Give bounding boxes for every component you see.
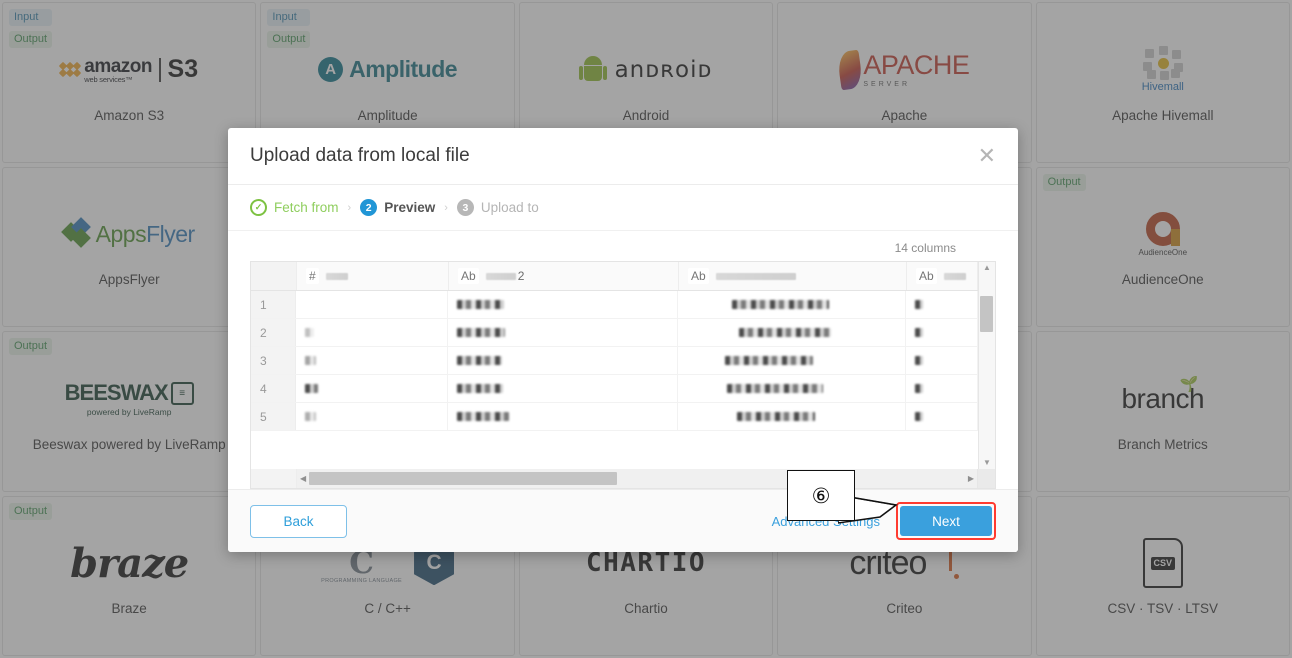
row-number: 1 (251, 291, 296, 318)
scrollbar-corner (977, 469, 995, 488)
callout-step-6: ⑥ (787, 470, 855, 521)
cell-redacted (448, 291, 678, 318)
horizontal-scroll-track[interactable] (309, 472, 965, 485)
cell-redacted (678, 403, 906, 430)
preview-table-inner: # Ab 2 Ab Ab 1 2 3 4 5 (251, 262, 978, 469)
row-number: 2 (251, 319, 296, 346)
table-horizontal-scrollbar[interactable]: ◀ ▶ (250, 469, 996, 489)
column-name-redacted (943, 272, 966, 280)
step-check-icon: ✓ (250, 199, 267, 216)
cell-redacted (906, 347, 978, 374)
cell-redacted (906, 291, 978, 318)
modal-body: 14 columns # Ab 2 Ab Ab 1 2 3 4 5 ▲ ▼ ◀ … (228, 231, 1018, 489)
step-label: Preview (384, 200, 436, 215)
cell-redacted (678, 347, 906, 374)
cell-redacted (906, 403, 978, 430)
column-header[interactable]: # (297, 262, 449, 290)
column-type-badge: # (306, 268, 319, 284)
step-separator-icon: › (347, 201, 352, 214)
callout-leader-line (838, 495, 898, 524)
scroll-left-icon[interactable]: ◀ (297, 474, 309, 483)
step-preview[interactable]: 2 Preview (360, 199, 435, 216)
column-header[interactable]: Ab 2 (449, 262, 679, 290)
column-name-suffix: 2 (517, 269, 525, 283)
step-label: Fetch from (274, 200, 339, 215)
column-name-redacted (715, 272, 796, 280)
table-row[interactable]: 1 (251, 291, 978, 319)
modal-title: Upload data from local file (250, 145, 470, 166)
cell-redacted (448, 403, 678, 430)
cell-redacted (678, 291, 906, 318)
column-type-badge: Ab (688, 268, 709, 284)
cell-redacted (448, 319, 678, 346)
row-number: 5 (251, 403, 296, 430)
column-count-label: 14 columns (894, 241, 956, 255)
column-name-redacted (325, 272, 348, 280)
step-number: 2 (360, 199, 378, 216)
cell-redacted (448, 347, 678, 374)
row-number: 3 (251, 347, 296, 374)
scrollbar-gutter (251, 469, 297, 488)
cell-redacted (448, 375, 678, 402)
column-header[interactable]: Ab (679, 262, 907, 290)
scroll-up-icon[interactable]: ▲ (983, 264, 991, 272)
row-number: 4 (251, 375, 296, 402)
cell-redacted (678, 319, 906, 346)
column-name-redacted (485, 272, 516, 280)
step-number: 3 (456, 199, 474, 216)
cell-redacted (906, 319, 978, 346)
table-header-row: # Ab 2 Ab Ab (251, 262, 978, 291)
stepper: ✓ Fetch from › 2 Preview › 3 Upload to (228, 185, 1018, 231)
modal-header: Upload data from local file ✕ (228, 128, 1018, 185)
row-index-header (251, 262, 297, 290)
scroll-right-icon[interactable]: ▶ (965, 474, 977, 483)
step-fetch-from[interactable]: ✓ Fetch from (250, 199, 339, 216)
column-header[interactable]: Ab (907, 262, 978, 290)
cell-redacted (678, 375, 906, 402)
cell-redacted (296, 291, 448, 318)
back-button[interactable]: Back (250, 504, 347, 538)
cell-redacted (296, 319, 448, 346)
close-icon[interactable]: ✕ (978, 145, 996, 167)
column-type-badge: Ab (458, 268, 479, 284)
table-row[interactable]: 4 (251, 375, 978, 403)
step-separator-icon: › (444, 201, 448, 214)
cell-redacted (296, 403, 448, 430)
table-row[interactable]: 3 (251, 347, 978, 375)
cell-redacted (296, 347, 448, 374)
cell-redacted (296, 375, 448, 402)
preview-table: # Ab 2 Ab Ab 1 2 3 4 5 ▲ ▼ (250, 261, 996, 469)
column-type-badge: Ab (916, 268, 937, 284)
vertical-scroll-thumb[interactable] (980, 296, 993, 332)
horizontal-scroll-thumb[interactable] (309, 472, 618, 485)
table-row[interactable]: 2 (251, 319, 978, 347)
scroll-down-icon[interactable]: ▼ (983, 459, 991, 467)
callout-number: ⑥ (811, 483, 831, 508)
table-vertical-scrollbar[interactable]: ▲ ▼ (978, 262, 995, 469)
step-upload-to[interactable]: 3 Upload to (456, 199, 539, 216)
table-body: 1 2 3 4 5 (251, 291, 978, 469)
cell-redacted (906, 375, 978, 402)
upload-data-modal: Upload data from local file ✕ ✓ Fetch fr… (228, 128, 1018, 552)
step-label: Upload to (480, 200, 539, 215)
table-row[interactable]: 5 (251, 403, 978, 431)
